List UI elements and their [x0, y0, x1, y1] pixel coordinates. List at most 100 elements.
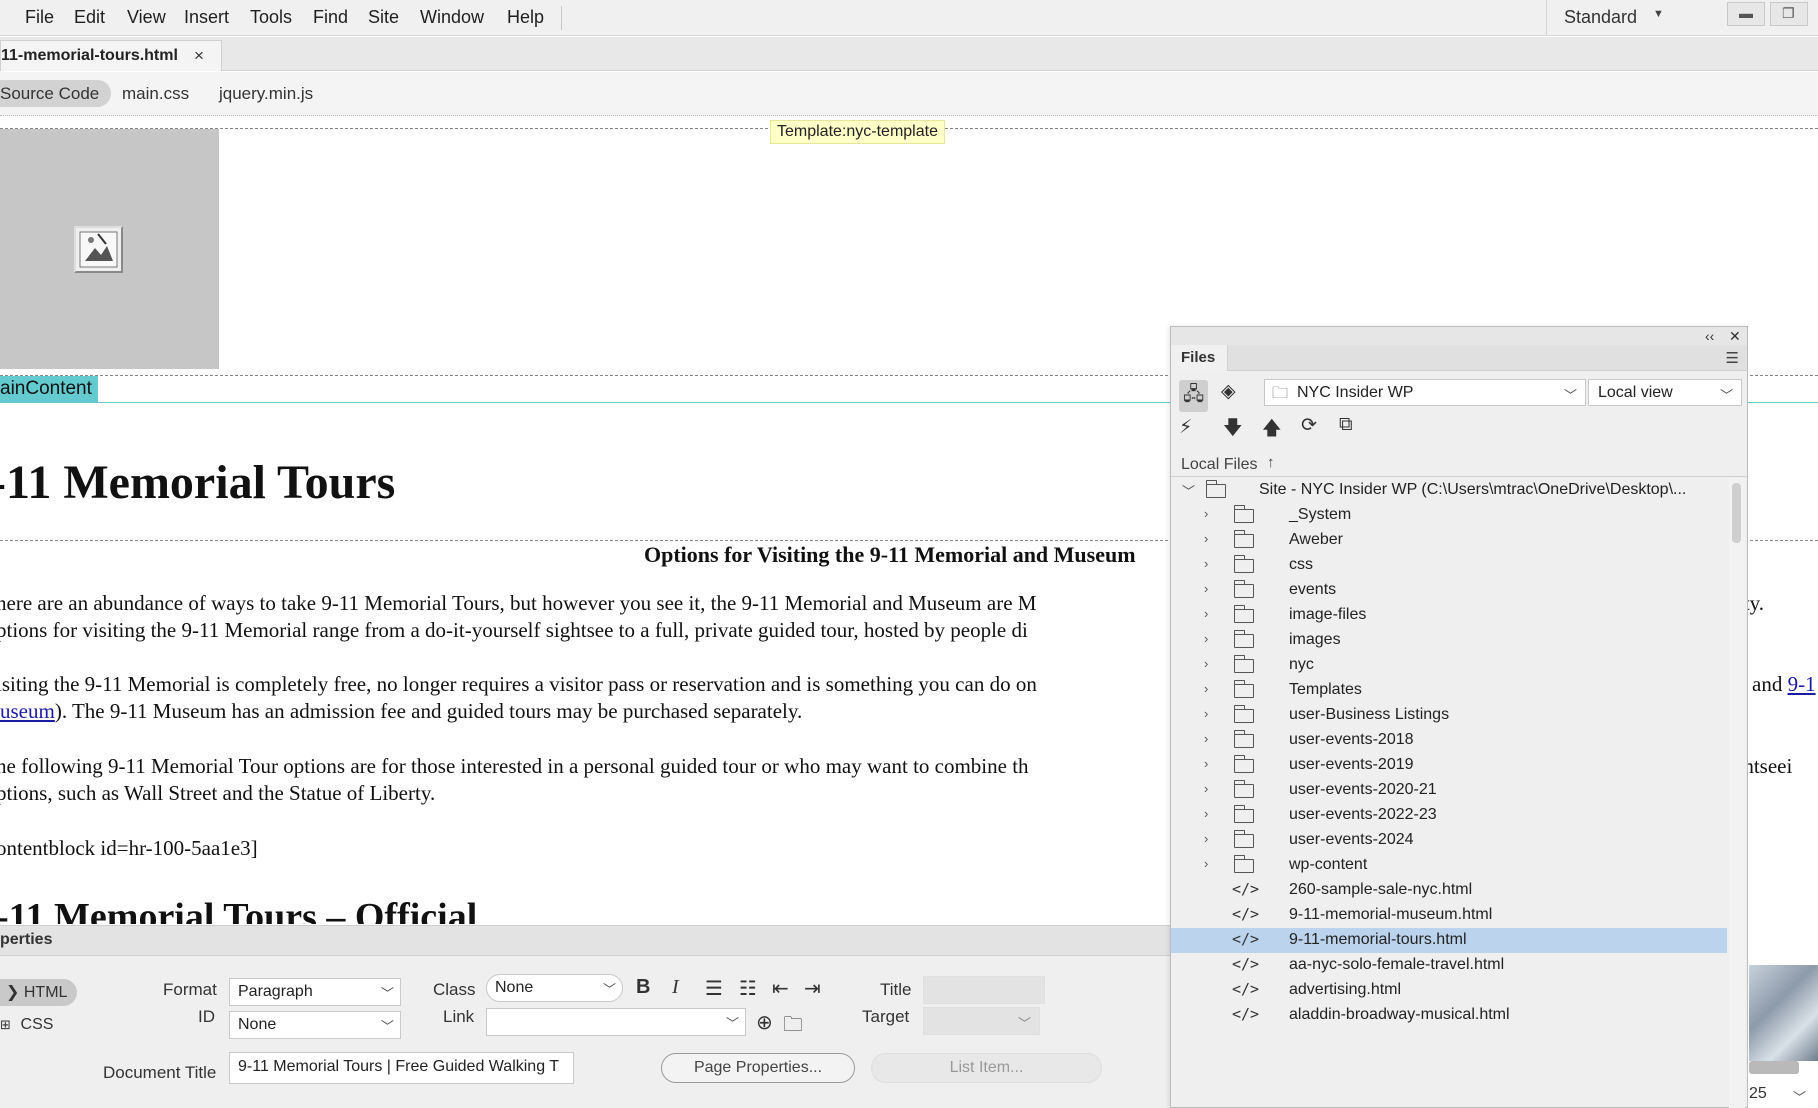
put-files-icon[interactable]: 🡅 [1262, 414, 1282, 446]
minimize-button[interactable]: ▬ [1727, 2, 1765, 26]
list-item-button[interactable]: List Item... [871, 1053, 1102, 1083]
editable-region-tag[interactable]: ainContent [0, 376, 98, 402]
tree-file[interactable]: </> aladdin-broadway-musical.html [1171, 1003, 1727, 1028]
browse-folder-icon[interactable]: 🗀 [783, 1010, 803, 1044]
tree-file[interactable]: </> 9-11-memorial-museum.html [1171, 903, 1727, 928]
menu-window[interactable]: Window [420, 7, 484, 28]
file-tree-scrollbar[interactable] [1729, 478, 1745, 1108]
html-mode-button[interactable]: ❯ HTML [0, 979, 78, 1006]
chevron-right-icon: › [1204, 831, 1209, 846]
menu-find[interactable]: Find [313, 7, 348, 28]
refresh-icon[interactable]: ⟳ [1301, 414, 1317, 437]
museum-link[interactable]: useum [0, 699, 55, 723]
section-heading[interactable]: Options for Visiting the 9-11 Memorial a… [644, 542, 1136, 568]
tree-folder[interactable]: › images [1171, 628, 1727, 653]
horizontal-scrollbar[interactable] [1749, 1061, 1799, 1074]
paragraph-line[interactable]: ptions for visiting the 9-11 Memorial ra… [0, 618, 1028, 643]
tree-folder[interactable]: › user-events-2018 [1171, 728, 1727, 753]
tree-folder[interactable]: › image-files [1171, 603, 1727, 628]
tree-folder[interactable]: › user-events-2019 [1171, 753, 1727, 778]
id-value: None [238, 1016, 277, 1033]
zoom-select[interactable]: 25 ﹀ [1749, 1085, 1818, 1108]
paragraph-line[interactable]: useum). The 9-11 Museum has an admission… [0, 699, 802, 724]
tree-folder[interactable]: › Templates [1171, 678, 1727, 703]
outdent-icon[interactable]: ⇤ [772, 976, 789, 1001]
css-mode-button[interactable]: ⊞ CSS [0, 1016, 53, 1034]
tree-file[interactable]: </> 260-sample-sale-nyc.html [1171, 878, 1727, 903]
files-tab[interactable]: Files [1171, 345, 1228, 371]
subheading[interactable]: -11 Memorial Tours – Official [0, 895, 477, 924]
italic-icon[interactable]: I [672, 976, 679, 999]
format-select[interactable]: Paragraph ﹀ [229, 978, 401, 1006]
menu-insert[interactable]: Insert [184, 7, 229, 28]
image-placeholder[interactable] [0, 129, 219, 369]
paragraph-line[interactable]: he following 9-11 Memorial Tour options … [0, 754, 1029, 779]
menu-file[interactable]: File [25, 7, 54, 28]
link-input[interactable]: ﹀ [486, 1008, 746, 1036]
restore-button[interactable]: ❐ [1770, 2, 1808, 26]
local-files-header[interactable]: Local Files ↑ [1171, 452, 1747, 477]
title-input[interactable] [923, 976, 1045, 1004]
menu-site[interactable]: Site [368, 7, 399, 28]
paragraph-line[interactable]: here are an abundance of ways to take 9-… [0, 591, 1036, 616]
unordered-list-icon[interactable]: ☰ [705, 976, 723, 1001]
tree-folder[interactable]: › user-events-2024 [1171, 828, 1727, 853]
chevron-right-icon: › [1204, 531, 1209, 546]
ordered-list-icon[interactable]: ☷ [739, 976, 757, 1001]
view-select[interactable]: Local view ﹀ [1588, 379, 1742, 406]
menu-edit[interactable]: Edit [74, 7, 105, 28]
tree-folder[interactable]: › user-events-2022-23 [1171, 803, 1727, 828]
bold-icon[interactable]: B [636, 976, 650, 999]
close-icon[interactable]: ✕ [1729, 328, 1741, 345]
tree-file-selected[interactable]: </> 9-11-memorial-tours.html [1171, 928, 1727, 953]
point-to-file-icon[interactable]: ⊕ [756, 1010, 773, 1035]
shortcode-line[interactable]: ontentblock id=hr-100-5aa1e3] [0, 836, 258, 861]
related-file-main-css[interactable]: main.css [122, 84, 189, 104]
workspace-switcher[interactable]: Standard ▼ [1546, 0, 1676, 36]
folder-icon [1233, 580, 1254, 598]
tree-folder[interactable]: › Aweber [1171, 528, 1727, 553]
paragraph-line[interactable]: and 9-1 [1752, 672, 1816, 697]
tree-file[interactable]: </> advertising.html [1171, 978, 1727, 1003]
tree-folder[interactable]: › user-Business Listings [1171, 703, 1727, 728]
disconnect-icon[interactable]: ⚡ [1179, 416, 1192, 439]
scrollbar-thumb[interactable] [1732, 483, 1741, 543]
document-tab[interactable]: 11-memorial-tours.html × [0, 40, 222, 71]
tree-folder[interactable]: › wp-content [1171, 853, 1727, 878]
page-heading[interactable]: -11 Memorial Tours [0, 455, 395, 510]
collapse-icon[interactable]: ‹‹ [1705, 328, 1714, 344]
menu-help[interactable]: Help [507, 7, 544, 28]
tree-folder[interactable]: › user-events-2020-21 [1171, 778, 1727, 803]
tree-root[interactable]: ﹀ Site - NYC Insider WP (C:\Users\mtrac\… [1171, 478, 1727, 503]
tree-folder[interactable]: › nyc [1171, 653, 1727, 678]
paragraph-text: ). The 9-11 Museum has an admission fee … [54, 699, 803, 723]
site-select[interactable]: 🗀 NYC Insider WP ﹀ [1264, 379, 1586, 406]
related-file-jquery[interactable]: jquery.min.js [219, 84, 313, 104]
tree-file[interactable]: </> aa-nyc-solo-female-travel.html [1171, 953, 1727, 978]
paragraph-line[interactable]: ptions, such as Wall Street and the Stat… [0, 781, 435, 806]
folder-icon [1233, 705, 1254, 723]
git-icon[interactable]: ◈ [1221, 380, 1236, 403]
target-select[interactable]: ﹀ [923, 1007, 1040, 1035]
connect-remote-icon[interactable]: 🖧 [1179, 380, 1209, 412]
page-properties-button[interactable]: Page Properties... [661, 1053, 855, 1083]
tree-folder[interactable]: › _System [1171, 503, 1727, 528]
panel-menu-icon[interactable]: ☰ [1726, 349, 1739, 367]
folder-icon [1233, 555, 1254, 573]
expand-panel-icon[interactable]: ⧉ [1339, 414, 1353, 436]
get-files-icon[interactable]: 🡇 [1223, 414, 1243, 446]
source-code-button[interactable]: Source Code [0, 80, 112, 107]
folder-label: wp-content [1289, 856, 1368, 873]
tree-folder[interactable]: › events [1171, 578, 1727, 603]
class-select[interactable]: None ﹀ [486, 974, 623, 1002]
id-select[interactable]: None ﹀ [229, 1011, 401, 1039]
document-title-input[interactable]: 9-11 Memorial Tours | Free Guided Walkin… [229, 1052, 574, 1084]
close-icon[interactable]: × [194, 46, 204, 66]
museum-link[interactable]: 9-1 [1788, 672, 1816, 696]
menu-view[interactable]: View [127, 7, 166, 28]
properties-title: perties [0, 931, 53, 948]
indent-icon[interactable]: ⇥ [804, 976, 821, 1001]
tree-folder[interactable]: › css [1171, 553, 1727, 578]
paragraph-line[interactable]: isiting the 9-11 Memorial is completely … [0, 672, 1037, 697]
menu-tools[interactable]: Tools [250, 7, 292, 28]
